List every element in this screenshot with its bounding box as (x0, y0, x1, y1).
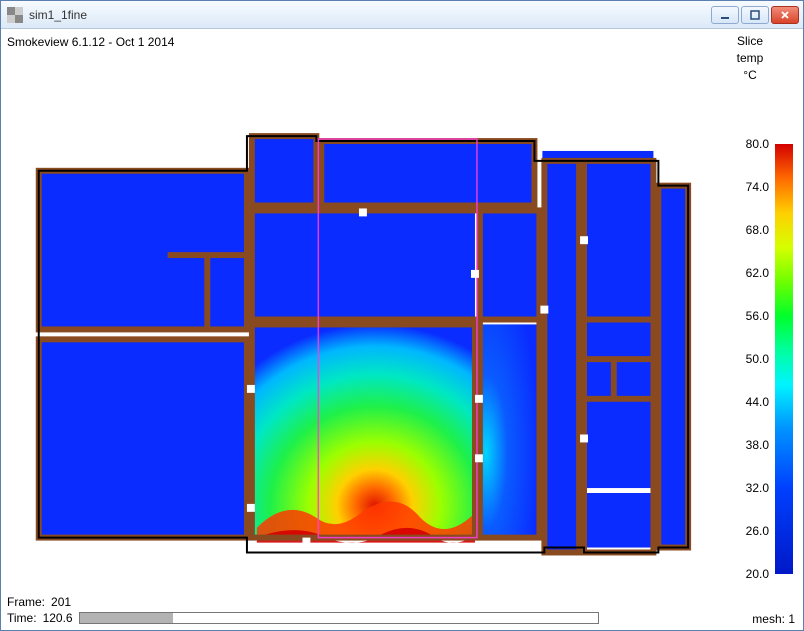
titlebar[interactable]: sim1_1fine (1, 1, 803, 29)
time-slider-fill (80, 613, 173, 623)
frame-value: 201 (51, 594, 71, 611)
minimize-button[interactable] (711, 6, 739, 24)
colorbar: 80.0 74.0 68.0 62.0 56.0 50.0 44.0 38.0 … (713, 144, 793, 574)
colorbar-tick: 32.0 (746, 481, 769, 495)
app-window: sim1_1fine Smokeview 6.1.12 - Oct 1 2014… (0, 0, 804, 631)
mesh-label: mesh: (752, 612, 785, 626)
window-title: sim1_1fine (29, 8, 87, 22)
viewport-area: Smokeview 6.1.12 - Oct 1 2014 Slice temp… (1, 29, 803, 630)
status-block: Frame: 201 Time: 120.6 (7, 594, 599, 626)
colorbar-tick: 56.0 (746, 309, 769, 323)
3d-viewport[interactable] (9, 59, 703, 580)
maximize-button[interactable] (741, 6, 769, 24)
window-controls (711, 6, 799, 24)
colorbar-tick: 80.0 (746, 137, 769, 151)
colorbar-gradient (775, 144, 793, 574)
frame-label: Frame: (7, 594, 45, 611)
close-button[interactable] (771, 6, 799, 24)
colorbar-tick: 68.0 (746, 223, 769, 237)
legend-line2: temp (725, 50, 775, 67)
colorbar-tick: 50.0 (746, 352, 769, 366)
legend-line1: Slice (725, 33, 775, 50)
colorbar-tick: 44.0 (746, 395, 769, 409)
colorbar-tick: 62.0 (746, 266, 769, 280)
colorbar-tick: 26.0 (746, 524, 769, 538)
time-value: 120.6 (43, 610, 73, 627)
legend-title: Slice temp °C (725, 33, 775, 83)
mesh-value: 1 (788, 612, 795, 626)
app-icon (7, 7, 23, 23)
time-label: Time: (7, 610, 37, 627)
colorbar-tick: 38.0 (746, 438, 769, 452)
version-label: Smokeview 6.1.12 - Oct 1 2014 (7, 35, 174, 49)
time-slider[interactable] (79, 612, 599, 624)
legend-unit: °C (725, 67, 775, 84)
mesh-label-block: mesh: 1 (752, 612, 795, 626)
floorplan-render (9, 59, 703, 580)
colorbar-tick: 20.0 (746, 567, 769, 581)
colorbar-tick: 74.0 (746, 180, 769, 194)
